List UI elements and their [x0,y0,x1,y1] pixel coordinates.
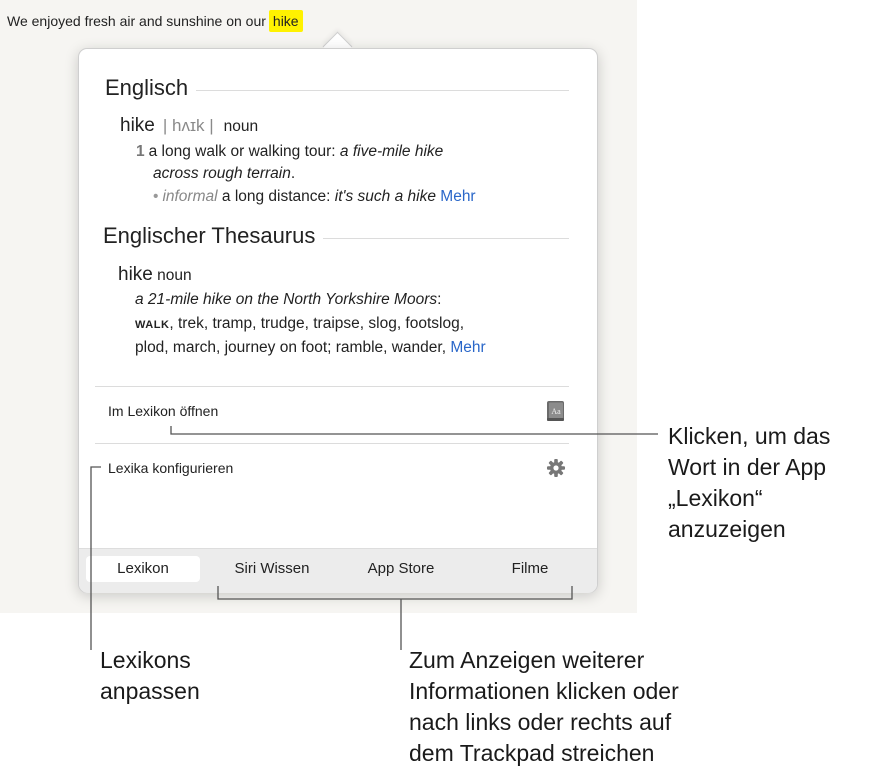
callout-open-app: Klicken, um das Wort in der App „Lexikon… [668,421,830,545]
callout-swipe: Zum Anzeigen weiterer Informationen klic… [409,645,679,769]
callout-line: „Lexikon“ [668,485,763,511]
callout-line: nach links oder rechts auf [409,709,672,735]
callout-line: Wort in der App [668,454,827,480]
callout-line: Klicken, um das [668,423,831,449]
callout-line: Zum Anzeigen weiterer [409,647,645,673]
callout-line: Lexikons [100,647,191,673]
leader-open-app [170,426,658,435]
leader-customize [90,466,101,650]
callout-customize: Lexikons anpassen [100,645,200,707]
callout-line: dem Trackpad streichen [409,740,655,766]
callout-line: anpassen [100,678,200,704]
leader-tabs-bracket [217,586,573,600]
callout-line: Informationen klicken oder [409,678,679,704]
callout-line: anzuzeigen [668,516,786,542]
